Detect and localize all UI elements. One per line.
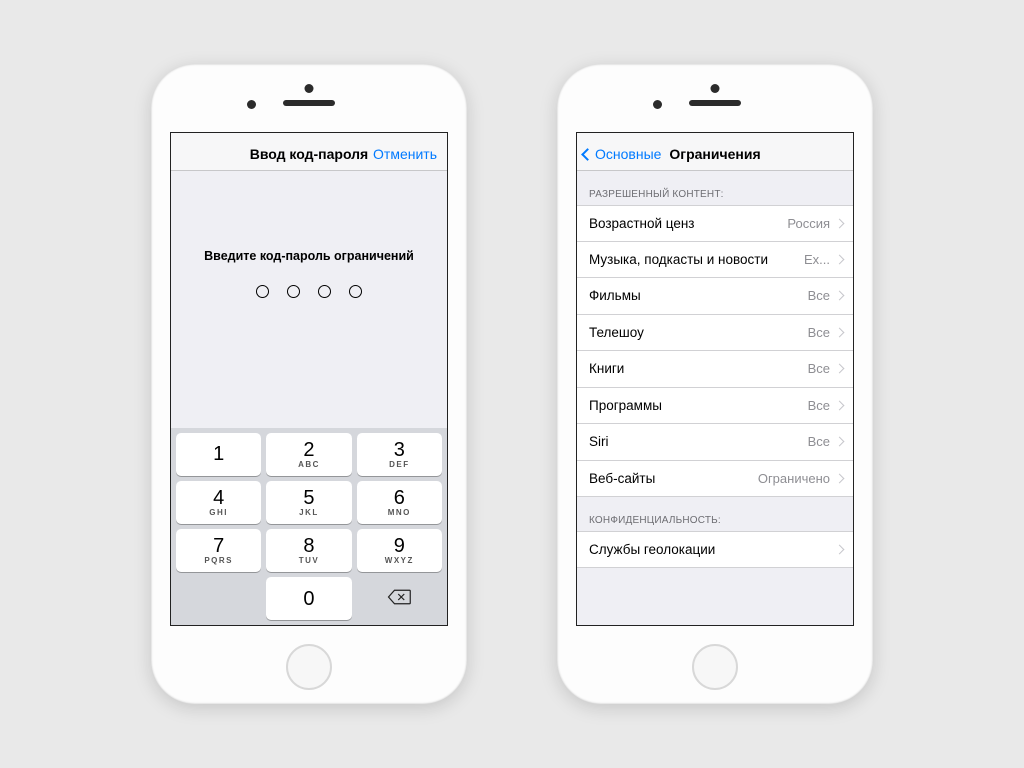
key-6[interactable]: 6MNO: [357, 481, 442, 524]
row-value: Ограничено: [758, 471, 843, 486]
screen-restrictions: Основные Ограничения РАЗРЕШЕННЫЙ КОНТЕНТ…: [576, 132, 854, 626]
chevron-right-icon: [835, 327, 845, 337]
sensor-dot: [305, 84, 314, 93]
chevron-right-icon: [835, 544, 845, 554]
phone-passcode: Ввод код-пароля Отменить Введите код-пар…: [151, 64, 467, 704]
settings-row[interactable]: Книги Все: [577, 351, 853, 388]
chevron-right-icon: [835, 254, 845, 264]
row-label: Фильмы: [589, 288, 641, 303]
settings-row[interactable]: Службы геолокации: [577, 531, 853, 568]
row-label: Веб-сайты: [589, 471, 655, 486]
settings-row[interactable]: Музыка, подкасты и новости Ex...: [577, 242, 853, 279]
passcode-prompt: Введите код-пароль ограничений: [204, 249, 414, 263]
key-5[interactable]: 5JKL: [266, 481, 351, 524]
speaker-grill: [689, 100, 741, 106]
chevron-right-icon: [835, 291, 845, 301]
section-allowed-rows: Возрастной ценз Россия Музыка, подкасты и …: [577, 205, 853, 497]
section-privacy-rows: Службы геолокации: [577, 531, 853, 568]
row-label: Книги: [589, 361, 624, 376]
key-blank: [176, 577, 261, 620]
settings-row[interactable]: Siri Все: [577, 424, 853, 461]
key-7[interactable]: 7PQRS: [176, 529, 261, 572]
key-8[interactable]: 8TUV: [266, 529, 351, 572]
settings-row[interactable]: Возрастной ценз Россия: [577, 205, 853, 242]
chevron-right-icon: [835, 437, 845, 447]
chevron-right-icon: [835, 473, 845, 483]
key-1[interactable]: 1: [176, 433, 261, 476]
row-label: Службы геолокации: [589, 542, 715, 557]
passcode-dot: [349, 285, 362, 298]
passcode-dot: [256, 285, 269, 298]
row-label: Возрастной ценз: [589, 216, 695, 231]
row-label: Музыка, подкасты и новости: [589, 252, 768, 267]
key-0[interactable]: 0: [266, 577, 351, 620]
settings-row[interactable]: Телешоу Все: [577, 315, 853, 352]
row-value: Все: [808, 398, 843, 413]
nav-title: Ограничения: [669, 146, 760, 162]
settings-row[interactable]: Программы Все: [577, 388, 853, 425]
passcode-dot: [287, 285, 300, 298]
front-camera: [653, 100, 662, 109]
row-label: Телешоу: [589, 325, 644, 340]
row-value: Россия: [787, 216, 843, 231]
row-value: Ex...: [804, 252, 843, 267]
sensor-dot: [711, 84, 720, 93]
phone-restrictions: Основные Ограничения РАЗРЕШЕННЫЙ КОНТЕНТ…: [557, 64, 873, 704]
numeric-keypad: 1 2ABC 3DEF 4GHI 5JKL 6MNO 7PQRS 8TUV 9W…: [171, 428, 447, 625]
front-camera: [247, 100, 256, 109]
chevron-right-icon: [835, 218, 845, 228]
backspace-icon: [387, 588, 411, 610]
key-4[interactable]: 4GHI: [176, 481, 261, 524]
chevron-left-icon: [581, 148, 594, 161]
key-9[interactable]: 9WXYZ: [357, 529, 442, 572]
chevron-right-icon: [835, 364, 845, 374]
key-delete[interactable]: [357, 577, 442, 620]
row-label: Программы: [589, 398, 662, 413]
passcode-dot: [318, 285, 331, 298]
row-value: Все: [808, 325, 843, 340]
passcode-body: Введите код-пароль ограничений: [171, 171, 447, 428]
back-button[interactable]: Основные: [583, 146, 661, 162]
row-value: Все: [808, 361, 843, 376]
key-2[interactable]: 2ABC: [266, 433, 351, 476]
home-button[interactable]: [692, 644, 738, 690]
home-button[interactable]: [286, 644, 332, 690]
nav-title: Ввод код-пароля: [250, 146, 368, 162]
row-value: Все: [808, 288, 843, 303]
navbar-passcode: Ввод код-пароля Отменить: [171, 133, 447, 171]
section-header-privacy: КОНФИДЕНЦИАЛЬНОСТЬ:: [577, 497, 853, 531]
restrictions-table: РАЗРЕШЕННЫЙ КОНТЕНТ: Возрастной ценз Росс…: [577, 171, 853, 625]
row-label: Siri: [589, 434, 609, 449]
settings-row[interactable]: Веб-сайты Ограничено: [577, 461, 853, 498]
key-3[interactable]: 3DEF: [357, 433, 442, 476]
navbar-restrictions: Основные Ограничения: [577, 133, 853, 171]
passcode-dots: [256, 285, 362, 298]
section-header-allowed: РАЗРЕШЕННЫЙ КОНТЕНТ:: [577, 171, 853, 205]
back-label: Основные: [595, 146, 661, 162]
cancel-button[interactable]: Отменить: [373, 146, 437, 162]
row-value: [836, 546, 843, 553]
row-value: Все: [808, 434, 843, 449]
screen-passcode: Ввод код-пароля Отменить Введите код-пар…: [170, 132, 448, 626]
chevron-right-icon: [835, 400, 845, 410]
settings-row[interactable]: Фильмы Все: [577, 278, 853, 315]
speaker-grill: [283, 100, 335, 106]
